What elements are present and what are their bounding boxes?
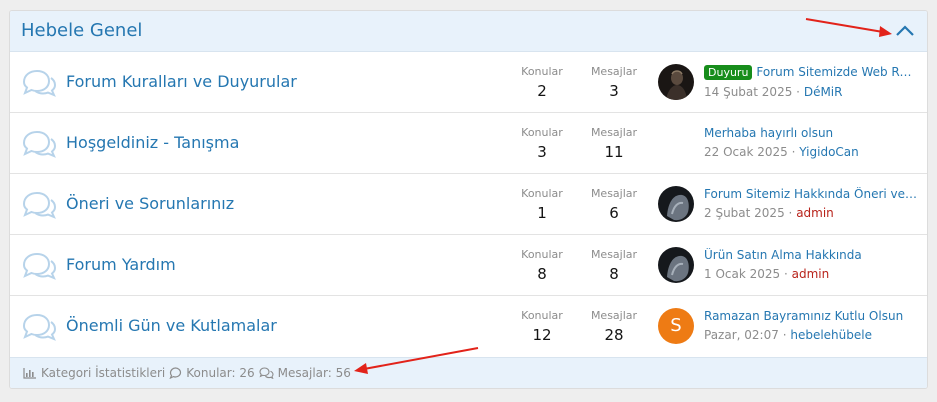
avatar[interactable] [658, 186, 694, 222]
last-post: Ürün Satın Alma Hakkında 1 Ocak 2025 · a… [704, 248, 918, 281]
mesajlar-count: 11 [604, 143, 624, 161]
forum-list: Forum Kuralları ve Duyurular Konular 2 M… [10, 52, 927, 357]
mesajlar-label: Mesajlar [590, 65, 638, 78]
mesajlar-stat: Mesajlar 8 [584, 248, 644, 283]
forum-title[interactable]: Forum Kuralları ve Duyurular [66, 72, 297, 91]
forum-title[interactable]: Öneri ve Sorunlarınız [66, 194, 234, 213]
category-footer: Kategori İstatistikleri Konular: 26 Mesa… [10, 357, 927, 388]
last-post-user[interactable]: admin [792, 267, 830, 281]
comments-icon [259, 367, 274, 379]
last-post-title[interactable]: Forum Sitemiz Hakkında Öneri ve S… [704, 187, 918, 201]
konular-stat: Konular 3 [512, 126, 572, 161]
mesajlar-label: Mesajlar [590, 126, 638, 139]
mesajlar-count: 8 [609, 265, 619, 283]
category-panel: Hebele Genel Forum Kuralları ve Duyurula… [9, 10, 928, 389]
last-post-user[interactable]: admin [796, 206, 834, 220]
konular-count: 1 [537, 204, 547, 222]
mesajlar-stat: Mesajlar 3 [584, 65, 644, 100]
category-header: Hebele Genel [10, 11, 927, 52]
last-post-meta: Pazar, 02:07 · hebelehübele [704, 328, 918, 342]
mesajlar-stat: Mesajlar 11 [584, 126, 644, 161]
mesajlar-label: Mesajlar [590, 187, 638, 200]
forum-row: Hoşgeldiniz - Tanışma Konular 3 Mesajlar… [10, 113, 927, 174]
last-post-meta: 2 Şubat 2025 · admin [704, 206, 918, 220]
meta-separator: · [782, 328, 787, 342]
last-post-title[interactable]: Duyuru Forum Sitemizde Web Rad… [704, 65, 918, 80]
mesajlar-stat: Mesajlar 28 [584, 309, 644, 344]
last-post-title[interactable]: Ürün Satın Alma Hakkında [704, 248, 918, 262]
konular-stat: Konular 12 [512, 309, 572, 344]
last-post-user[interactable]: DéMiR [804, 85, 843, 99]
mesajlar-label: Mesajlar [590, 248, 638, 261]
last-post-date[interactable]: 2 Şubat 2025 [704, 206, 785, 220]
forum-row: Forum Kuralları ve Duyurular Konular 2 M… [10, 52, 927, 113]
avatar-letter[interactable]: S [658, 308, 694, 344]
last-post-user[interactable]: YigidoCan [799, 145, 858, 159]
mesajlar-label: Mesajlar [590, 309, 638, 322]
konular-label: Konular [521, 126, 563, 139]
forum-title[interactable]: Forum Yardım [66, 255, 176, 274]
forum-title[interactable]: Önemli Gün ve Kutlamalar [66, 316, 277, 335]
last-post-meta: 1 Ocak 2025 · admin [704, 267, 918, 281]
meta-separator: · [788, 206, 793, 220]
last-post: Duyuru Forum Sitemizde Web Rad… 14 Şubat … [704, 65, 918, 99]
last-post-meta: 14 Şubat 2025 · DéMiR [704, 85, 918, 99]
chevron-up-icon[interactable] [895, 21, 915, 41]
forum-chat-icon [20, 251, 58, 281]
mesajlar-count: 6 [609, 204, 619, 222]
forum-title[interactable]: Hoşgeldiniz - Tanışma [66, 133, 239, 152]
mesajlar-total: Mesajlar: 56 [277, 366, 351, 380]
prefix-badge: Duyuru [704, 65, 753, 80]
last-post-date[interactable]: 1 Ocak 2025 [704, 267, 780, 281]
konular-label: Konular [521, 248, 563, 261]
konular-label: Konular [521, 65, 563, 78]
meta-separator: · [783, 267, 788, 281]
konular-stat: Konular 2 [512, 65, 572, 100]
forum-row: Forum Yardım Konular 8 Mesajlar 8 Ürün S… [10, 235, 927, 296]
konular-count: 2 [537, 82, 547, 100]
last-post-title-text[interactable]: Forum Sitemizde Web Rad… [756, 65, 918, 79]
forum-chat-icon [20, 129, 58, 159]
bar-chart-icon [23, 367, 37, 379]
konular-count: 3 [537, 143, 547, 161]
konular-count: 12 [532, 326, 552, 344]
avatar[interactable] [658, 64, 694, 100]
mesajlar-count: 3 [609, 82, 619, 100]
last-post-meta: 22 Ocak 2025 · YigidoCan [704, 145, 918, 159]
forum-row: Önemli Gün ve Kutlamalar Konular 12 Mesa… [10, 296, 927, 357]
konular-stat: Konular 1 [512, 187, 572, 222]
konular-count: 8 [537, 265, 547, 283]
comment-icon [169, 367, 182, 379]
last-post-date[interactable]: Pazar, 02:07 [704, 328, 779, 342]
last-post-date[interactable]: 22 Ocak 2025 [704, 145, 788, 159]
stats-label: Kategori İstatistikleri [41, 366, 166, 380]
last-post: Ramazan Bayramınız Kutlu Olsun Pazar, 02… [704, 309, 918, 342]
forum-chat-icon [20, 68, 58, 98]
last-post: Merhaba hayırlı olsun 22 Ocak 2025 · Yig… [704, 126, 918, 159]
mesajlar-count: 28 [604, 326, 624, 344]
last-post-date[interactable]: 14 Şubat 2025 [704, 85, 792, 99]
konular-stat: Konular 8 [512, 248, 572, 283]
last-post: Forum Sitemiz Hakkında Öneri ve S… 2 Şub… [704, 187, 918, 220]
konular-total: Konular: 26 [186, 366, 255, 380]
last-post-title[interactable]: Merhaba hayırlı olsun [704, 126, 918, 140]
konular-label: Konular [521, 187, 563, 200]
last-post-user[interactable]: hebelehübele [790, 328, 872, 342]
meta-separator: · [791, 145, 796, 159]
meta-separator: · [796, 85, 800, 99]
avatar[interactable] [658, 247, 694, 283]
forum-chat-icon [20, 190, 58, 220]
category-title[interactable]: Hebele Genel [21, 20, 142, 41]
forum-chat-icon [20, 312, 58, 342]
category-stats: Kategori İstatistikleri Konular: 26 Mesa… [23, 366, 351, 380]
mesajlar-stat: Mesajlar 6 [584, 187, 644, 222]
forum-row: Öneri ve Sorunlarınız Konular 1 Mesajlar… [10, 174, 927, 235]
last-post-title[interactable]: Ramazan Bayramınız Kutlu Olsun [704, 309, 918, 323]
konular-label: Konular [521, 309, 563, 322]
